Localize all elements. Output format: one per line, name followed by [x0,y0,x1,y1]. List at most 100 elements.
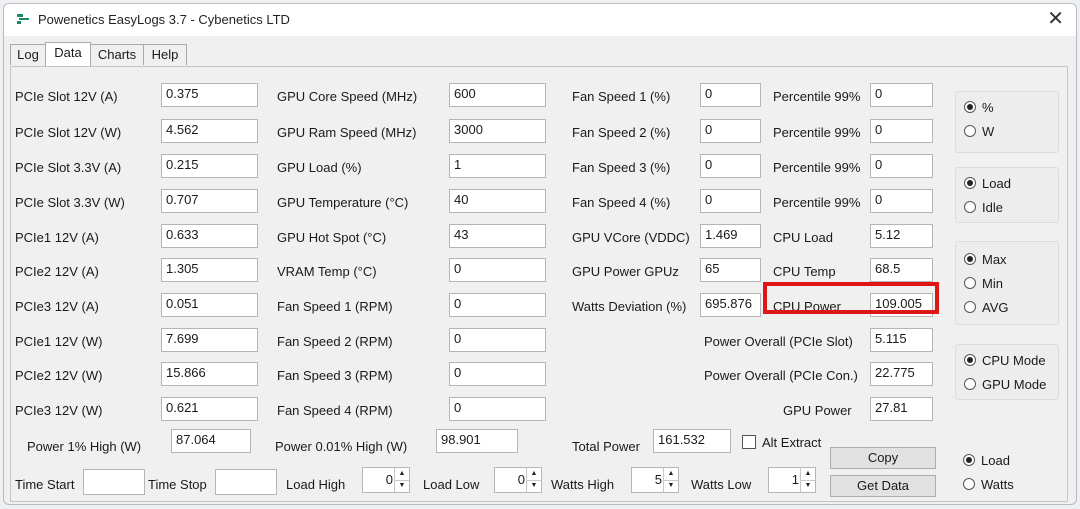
load-low-stepper[interactable]: 0 ▲ ▼ [494,467,542,493]
total-power-field[interactable]: 161.532 [653,429,731,453]
gpu-hot-spot-field[interactable]: 43 [449,224,546,248]
gpu-core-speed-field[interactable]: 600 [449,83,546,107]
fan-speed-1-rpm-label: Fan Speed 1 (RPM) [277,299,393,314]
radio-watts[interactable]: W [964,124,994,139]
gpu-core-speed-label: GPU Core Speed (MHz) [277,89,418,104]
radio-gpu-mode[interactable]: GPU Mode [964,377,1046,392]
vram-temp-field[interactable]: 0 [449,258,546,282]
radio-dot-icon [964,253,976,265]
radio-watts-axis[interactable]: Watts [963,477,1014,492]
pcie3-12v-a-field[interactable]: 0.051 [161,293,258,317]
gpu-load-field[interactable]: 1 [449,154,546,178]
alt-extract-label: Alt Extract [762,435,822,450]
time-start-field[interactable] [83,469,145,495]
fan-speed-1-pct-field[interactable]: 0 [700,83,761,107]
load-high-label: Load High [286,477,346,492]
gpu-temperature-field[interactable]: 40 [449,189,546,213]
time-stop-label: Time Stop [148,477,207,492]
load-high-stepper[interactable]: 0 ▲ ▼ [362,467,410,493]
pcie1-12v-a-field[interactable]: 0.633 [161,224,258,248]
pcie2-12v-a-field[interactable]: 1.305 [161,258,258,282]
gpu-hot-spot-label: GPU Hot Spot (°C) [277,230,387,245]
percentile-99-field-1[interactable]: 0 [870,83,933,107]
tab-data[interactable]: Data [45,42,91,66]
load-low-label: Load Low [423,477,480,492]
radio-dot-icon [964,378,976,390]
gpu-power-field[interactable]: 27.81 [870,397,933,421]
radio-min[interactable]: Min [964,276,1003,291]
get-data-button[interactable]: Get Data [830,475,936,497]
gpu-ram-speed-field[interactable]: 3000 [449,119,546,143]
gpu-power-label: GPU Power [783,403,852,418]
power-overall-slot-label: Power Overall (PCIe Slot) [704,334,853,349]
radio-dot-icon [964,277,976,289]
close-icon[interactable]: ✕ [1047,8,1064,30]
radio-dot-icon [964,101,976,113]
pcie1-12v-w-field[interactable]: 7.699 [161,328,258,352]
fan-speed-3-rpm-field[interactable]: 0 [449,362,546,386]
radio-dot-icon [964,125,976,137]
pcie1-12v-w-label: PCIe1 12V (W) [15,334,103,349]
radio-avg[interactable]: AVG [964,300,1009,315]
fan-speed-3-pct-field[interactable]: 0 [700,154,761,178]
radio-load-state[interactable]: Load [964,176,1011,191]
app-window: Powenetics EasyLogs 3.7 - Cybenetics LTD… [3,3,1077,505]
fan-speed-4-rpm-field[interactable]: 0 [449,397,546,421]
percentile-99-field-4[interactable]: 0 [870,189,933,213]
power-overall-con-field[interactable]: 22.775 [870,362,933,386]
tab-help[interactable]: Help [143,44,187,65]
arrow-down-icon[interactable]: ▼ [395,480,409,492]
pcie-slot-33v-a-field[interactable]: 0.215 [161,154,258,178]
fan-speed-1-rpm-field[interactable]: 0 [449,293,546,317]
radio-cpu-mode[interactable]: CPU Mode [964,353,1046,368]
gpu-vcore-field[interactable]: 1.469 [700,224,761,248]
cpu-temp-field[interactable]: 68.5 [870,258,933,282]
cpu-load-field[interactable]: 5.12 [870,224,933,248]
arrow-down-icon[interactable]: ▼ [801,480,815,492]
time-start-label: Time Start [15,477,75,492]
pcie-slot-12v-a-field[interactable]: 0.375 [161,83,258,107]
fan-speed-2-rpm-field[interactable]: 0 [449,328,546,352]
pcie-slot-12v-w-field[interactable]: 4.562 [161,119,258,143]
percentile-99-field-3[interactable]: 0 [870,154,933,178]
pcie2-12v-w-field[interactable]: 15.866 [161,362,258,386]
watts-low-stepper[interactable]: 1 ▲ ▼ [768,467,816,493]
pcie3-12v-w-field[interactable]: 0.621 [161,397,258,421]
fan-speed-4-pct-field[interactable]: 0 [700,189,761,213]
power-001pct-high-field[interactable]: 98.901 [436,429,518,453]
watts-deviation-field[interactable]: 695.876 [700,293,761,317]
cpu-load-label: CPU Load [773,230,833,245]
radio-max[interactable]: Max [964,252,1007,267]
radio-dot-icon [964,354,976,366]
radio-percent[interactable]: % [964,100,994,115]
time-stop-field[interactable] [215,469,277,495]
power-overall-slot-field[interactable]: 5.115 [870,328,933,352]
radio-dot-icon [963,478,975,490]
pcie-slot-33v-w-label: PCIe Slot 3.3V (W) [15,195,125,210]
stat-radio-group: Max Min AVG [955,241,1059,325]
radio-idle-state[interactable]: Idle [964,200,1003,215]
percentile-99-label-4: Percentile 99% [773,195,861,210]
tab-log[interactable]: Log [10,44,46,65]
arrow-down-icon[interactable]: ▼ [527,480,541,492]
gpu-power-gpuz-field[interactable]: 65 [700,258,761,282]
state-radio-group: Load Idle [955,167,1059,223]
radio-load-axis[interactable]: Load [963,453,1010,468]
percentile-99-label-3: Percentile 99% [773,160,861,175]
vram-temp-label: VRAM Temp (°C) [277,264,377,279]
pcie2-12v-w-label: PCIe2 12V (W) [15,368,103,383]
fan-speed-2-pct-field[interactable]: 0 [700,119,761,143]
tab-charts[interactable]: Charts [90,44,144,65]
power-overall-con-label: Power Overall (PCIe Con.) [704,368,858,383]
fan-speed-1-pct-label: Fan Speed 1 (%) [572,89,671,104]
alt-extract-checkbox[interactable] [742,435,756,449]
radio-dot-icon [963,454,975,466]
fan-speed-4-pct-label: Fan Speed 4 (%) [572,195,671,210]
power-1pct-high-field[interactable]: 87.064 [171,429,251,453]
pcie-slot-33v-w-field[interactable]: 0.707 [161,189,258,213]
copy-button[interactable]: Copy [830,447,936,469]
arrow-down-icon[interactable]: ▼ [664,480,678,492]
pcie1-12v-a-label: PCIe1 12V (A) [15,230,99,245]
watts-high-stepper[interactable]: 5 ▲ ▼ [631,467,679,493]
percentile-99-field-2[interactable]: 0 [870,119,933,143]
